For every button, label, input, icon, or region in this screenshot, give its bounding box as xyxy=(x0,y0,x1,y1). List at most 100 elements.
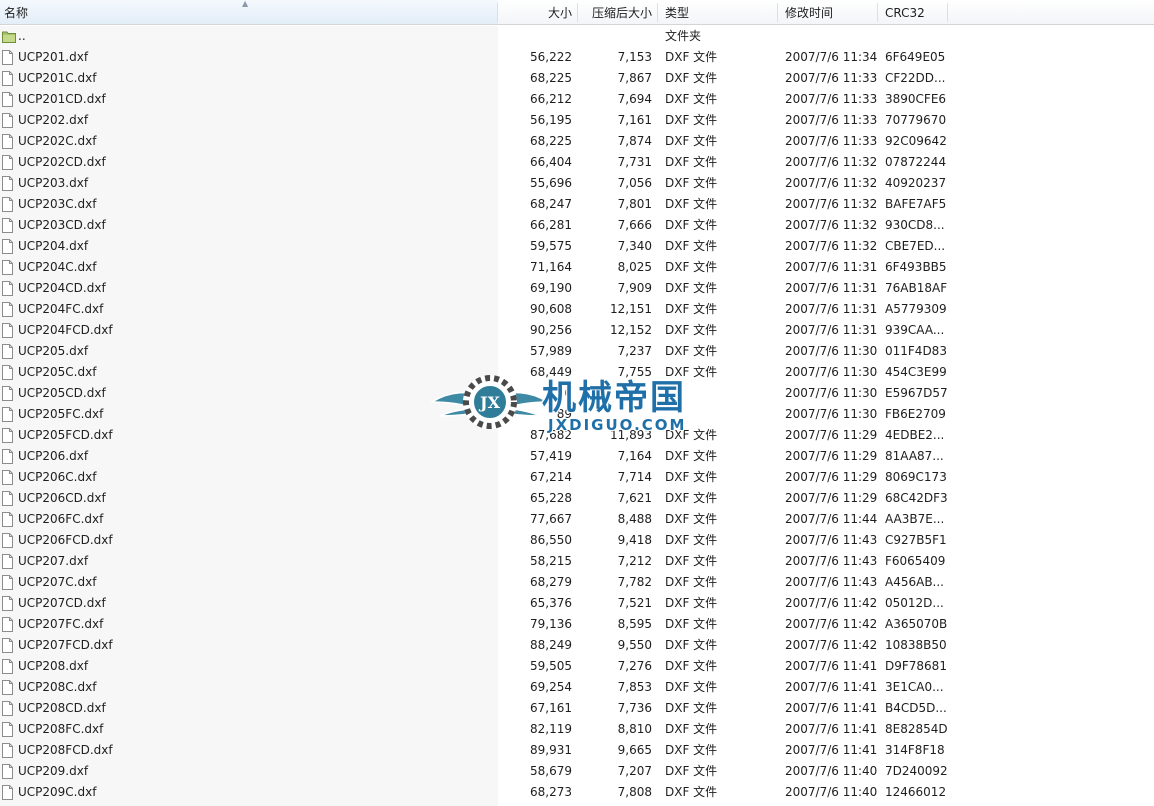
compressed-size-cell: 12,151 xyxy=(610,302,652,316)
size-cell: 82,119 xyxy=(530,722,572,736)
compressed-size-cell: 9,550 xyxy=(617,638,652,652)
file-row[interactable]: UCP205C.dxf 68,449 7,755 DXF 文件 2007/7/6 11:… xyxy=(0,362,948,383)
file-row[interactable]: UCP205.dxf 57,989 7,237 DXF 文件 2007/7/6 11:3… xyxy=(0,341,948,362)
crc32-cell: 70779670 xyxy=(885,113,947,127)
modified-cell: 2007/7/6 11:33 xyxy=(785,71,878,85)
file-name: UCP204C.dxf xyxy=(18,260,97,274)
modified-cell: 2007/7/6 11:43 xyxy=(785,554,878,568)
column-header-size[interactable]: 大小 xyxy=(498,0,578,24)
file-row[interactable]: UCP208FC.dxf 82,119 8,810 DXF 文件 2007/7/6 11… xyxy=(0,719,948,740)
file-row[interactable]: UCP206.dxf 57,419 7,164 DXF 文件 2007/7/6 11:2… xyxy=(0,446,948,467)
compressed-size-cell: 7,714 xyxy=(617,470,652,484)
column-header-compressed-size[interactable]: 压缩后大小 xyxy=(578,0,658,24)
crc32-cell: 68C42DF3 xyxy=(885,491,948,505)
name-cell: UCP202CD.dxf xyxy=(0,152,498,173)
size-cell: 77,667 xyxy=(530,512,572,526)
file-row[interactable]: UCP203.dxf 55,696 7,056 DXF 文件 2007/7/6 11:3… xyxy=(0,173,948,194)
file-icon xyxy=(2,680,13,695)
file-row[interactable]: UCP202.dxf 56,195 7,161 DXF 文件 2007/7/6 11:3… xyxy=(0,110,948,131)
compressed-size-cell xyxy=(578,404,658,425)
file-row[interactable]: UCP206FCD.dxf 86,550 9,418 DXF 文件 2007/7/6 1… xyxy=(0,530,948,551)
file-row[interactable]: UCP209C.dxf 68,273 7,808 DXF 文件 2007/7/6 11:… xyxy=(0,782,948,803)
file-row[interactable]: UCP208CD.dxf 67,161 7,736 DXF 文件 2007/7/6 11… xyxy=(0,698,948,719)
file-name: UCP209C.dxf xyxy=(18,785,97,799)
name-cell: UCP208.dxf xyxy=(0,656,498,677)
parent-folder-row[interactable]: .. 文件夹 xyxy=(0,26,948,47)
size-cell: 67,161 xyxy=(530,701,572,715)
file-row[interactable]: UCP207CD.dxf 65,376 7,521 DXF 文件 2007/7/6 11… xyxy=(0,593,948,614)
file-row[interactable]: UCP203CD.dxf 66,281 7,666 DXF 文件 2007/7/6 11… xyxy=(0,215,948,236)
modified-cell: 2007/7/6 11:42 xyxy=(785,617,878,631)
crc32-cell: 6F493BB5 xyxy=(885,260,947,274)
type-cell: DXF 文件 xyxy=(665,659,718,673)
size-cell: 86,550 xyxy=(530,533,572,547)
file-row[interactable]: UCP209.dxf 58,679 7,207 DXF 文件 2007/7/6 11:4… xyxy=(0,761,948,782)
modified-cell: 2007/7/6 11:30 xyxy=(785,407,878,421)
file-row[interactable]: UCP204FCD.dxf 90,256 12,152 DXF 文件 2007/7/6 … xyxy=(0,320,948,341)
file-row[interactable]: UCP206CD.dxf 65,228 7,621 DXF 文件 2007/7/6 11… xyxy=(0,488,948,509)
file-row[interactable]: UCP207FC.dxf 79,136 8,595 DXF 文件 2007/7/6 11… xyxy=(0,614,948,635)
file-row[interactable]: UCP207C.dxf 68,279 7,782 DXF 文件 2007/7/6 11:… xyxy=(0,572,948,593)
file-name: UCP208FC.dxf xyxy=(18,722,104,736)
file-name: UCP207FC.dxf xyxy=(18,617,104,631)
name-cell: UCP203.dxf xyxy=(0,173,498,194)
file-row[interactable]: UCP208FCD.dxf 89,931 9,665 DXF 文件 2007/7/6 1… xyxy=(0,740,948,761)
file-row[interactable]: UCP207FCD.dxf 88,249 9,550 DXF 文件 2007/7/6 1… xyxy=(0,635,948,656)
crc32-cell: 07872244 xyxy=(885,155,947,169)
name-cell: UCP207C.dxf xyxy=(0,572,498,593)
file-row[interactable]: UCP205FC.dxf 89 2007/7/6 11:30 FB6E2709 xyxy=(0,404,948,425)
file-name: UCP202C.dxf xyxy=(18,134,97,148)
file-row[interactable]: UCP208C.dxf 69,254 7,853 DXF 文件 2007/7/6 11:… xyxy=(0,677,948,698)
name-cell: UCP206.dxf xyxy=(0,446,498,467)
size-cell: 68,247 xyxy=(530,197,572,211)
crc32-cell: AA3B7E... xyxy=(885,512,945,526)
name-cell: UCP205FCD.dxf xyxy=(0,425,498,446)
compressed-size-cell: 7,731 xyxy=(617,155,652,169)
size-cell: 71,164 xyxy=(530,260,572,274)
compressed-size-cell: 9,418 xyxy=(617,533,652,547)
compressed-size-cell: 7,867 xyxy=(617,71,652,85)
column-header-crc32[interactable]: CRC32 xyxy=(878,0,948,24)
name-cell: UCP205FC.dxf xyxy=(0,404,498,425)
file-row[interactable]: UCP204.dxf 59,575 7,340 DXF 文件 2007/7/6 11:3… xyxy=(0,236,948,257)
name-cell: UCP207FC.dxf xyxy=(0,614,498,635)
column-header-name[interactable]: 名称 ▲ xyxy=(0,0,498,24)
modified-cell: 2007/7/6 11:41 xyxy=(785,722,878,736)
file-icon xyxy=(2,743,13,758)
file-row[interactable]: UCP207.dxf 58,215 7,212 DXF 文件 2007/7/6 11:4… xyxy=(0,551,948,572)
file-row[interactable]: UCP206FC.dxf 77,667 8,488 DXF 文件 2007/7/6 11… xyxy=(0,509,948,530)
file-icon xyxy=(2,575,13,590)
file-row[interactable]: UCP208.dxf 59,505 7,276 DXF 文件 2007/7/6 11:4… xyxy=(0,656,948,677)
modified-cell: 2007/7/6 11:29 xyxy=(785,428,878,442)
file-row[interactable]: UCP204FC.dxf 90,608 12,151 DXF 文件 2007/7/6 1… xyxy=(0,299,948,320)
modified-cell: 2007/7/6 11:32 xyxy=(785,155,878,169)
file-row[interactable]: UCP205CD.dxf 6 2007/7/6 11:30 E5967D57 xyxy=(0,383,948,404)
file-row[interactable]: UCP202C.dxf 68,225 7,874 DXF 文件 2007/7/6 11:… xyxy=(0,131,948,152)
file-row[interactable]: UCP204CD.dxf 69,190 7,909 DXF 文件 2007/7/6 11… xyxy=(0,278,948,299)
crc32-cell: CF22DD... xyxy=(885,71,946,85)
crc32-cell: 939CAA... xyxy=(885,323,945,337)
compressed-size-cell: 7,340 xyxy=(617,239,652,253)
file-row[interactable]: UCP203C.dxf 68,247 7,801 DXF 文件 2007/7/6 11:… xyxy=(0,194,948,215)
type-cell: DXF 文件 xyxy=(665,638,718,652)
file-row[interactable]: UCP201.dxf 56,222 7,153 DXF 文件 2007/7/6 11:3… xyxy=(0,47,948,68)
name-cell: UCP207.dxf xyxy=(0,551,498,572)
file-row[interactable]: UCP206C.dxf 67,214 7,714 DXF 文件 2007/7/6 11:… xyxy=(0,467,948,488)
file-row[interactable]: UCP205FCD.dxf 87,682 11,893 DXF 文件 2007/7/6 … xyxy=(0,425,948,446)
file-icon xyxy=(2,428,13,443)
file-row[interactable]: UCP201CD.dxf 66,212 7,694 DXF 文件 2007/7/6 11… xyxy=(0,89,948,110)
crc32-cell: 12466012 xyxy=(885,785,947,799)
file-row[interactable]: UCP201C.dxf 68,225 7,867 DXF 文件 2007/7/6 11:… xyxy=(0,68,948,89)
file-row[interactable]: UCP204C.dxf 71,164 8,025 DXF 文件 2007/7/6 11:… xyxy=(0,257,948,278)
modified-cell: 2007/7/6 11:40 xyxy=(785,785,878,799)
column-header-type[interactable]: 类型 xyxy=(658,0,778,24)
compressed-size-cell: 8,595 xyxy=(617,617,652,631)
column-header-compressed-label: 压缩后大小 xyxy=(591,6,652,20)
file-icon xyxy=(2,638,13,653)
column-header-name-label: 名称 xyxy=(4,6,29,20)
column-separator[interactable] xyxy=(947,3,948,22)
file-row[interactable]: UCP202CD.dxf 66,404 7,731 DXF 文件 2007/7/6 11… xyxy=(0,152,948,173)
column-header-modified[interactable]: 修改时间 xyxy=(778,0,878,24)
file-name: UCP205CD.dxf xyxy=(18,386,106,400)
file-icon xyxy=(2,785,13,800)
